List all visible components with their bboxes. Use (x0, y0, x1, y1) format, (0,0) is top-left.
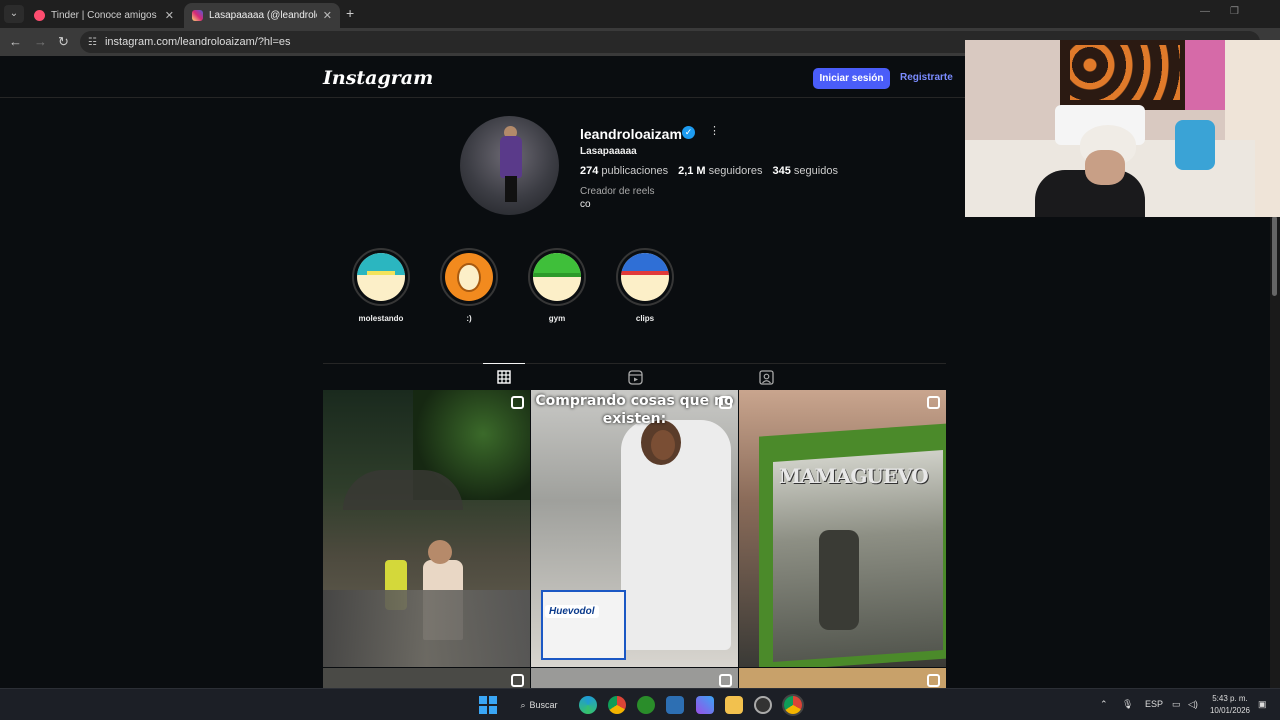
highlight-label: molestando (358, 314, 404, 323)
taskbar-search[interactable]: ⌕ Buscar (508, 694, 570, 716)
post-tile[interactable] (739, 668, 946, 688)
notifications-icon[interactable]: ▣ (1258, 699, 1267, 710)
profile-avatar[interactable] (460, 116, 559, 215)
volume-icon[interactable]: ◁) (1188, 699, 1198, 710)
close-tab-icon[interactable]: ✕ (165, 9, 174, 22)
scrollbar-thumb[interactable] (1272, 216, 1277, 296)
file-explorer-icon[interactable] (725, 696, 743, 714)
followers-stat[interactable]: 2,1 M seguidores (678, 165, 762, 177)
highlight-ring (440, 248, 498, 306)
highlight-cover (533, 253, 581, 301)
highlight-label: clips (635, 314, 655, 323)
taskbar-clock[interactable]: 5:43 p. m. 10/01/2026 (1206, 693, 1254, 717)
language-indicator[interactable]: ESP (1145, 699, 1163, 709)
tab-title: Lasapaaaaa (@leandroloaizam) (209, 10, 317, 21)
url-input[interactable] (104, 36, 505, 48)
copilot-icon[interactable] (696, 696, 714, 714)
profile-bio: co (580, 199, 591, 210)
grid-icon (497, 370, 511, 384)
highlight-cover (621, 253, 669, 301)
post-tile[interactable]: Huevodol Comprando cosas que no existen: (531, 390, 738, 667)
game-title: MAMAGUEVO (779, 464, 929, 488)
windows-start-icon[interactable] (479, 696, 497, 714)
highlight-ring (616, 248, 674, 306)
photos-icon[interactable] (666, 696, 684, 714)
profile-username: leandroloaizam (580, 126, 682, 142)
following-stat[interactable]: 345 seguidos (772, 165, 837, 177)
tinder-favicon-icon (34, 10, 45, 21)
forward-icon[interactable]: → (34, 34, 47, 49)
profile-stats: 274 publicaciones 2,1 M seguidores 345 s… (580, 165, 838, 177)
taskbar-search-label: Buscar (529, 700, 558, 710)
tab-search-chevron-icon[interactable]: ⌄ (4, 5, 24, 23)
minimize-icon[interactable]: — (1200, 6, 1210, 17)
profile-category: Creador de reels (580, 186, 655, 197)
highlight-cover (445, 253, 493, 301)
clock-time: 5:43 p. m. (1212, 694, 1248, 703)
edge-icon[interactable] (579, 696, 597, 714)
highlight-cover (357, 253, 405, 301)
post-tile[interactable] (323, 668, 530, 688)
highlight-label: :) (466, 314, 472, 323)
reel-indicator-icon (927, 674, 940, 687)
highlight-label: gym (548, 314, 566, 323)
microphone-icon[interactable]: 🎙 (1122, 699, 1133, 710)
post-tile[interactable] (323, 390, 530, 667)
instagram-favicon-icon (192, 10, 203, 21)
search-icon: ⌕ (520, 699, 526, 710)
reel-indicator-icon (511, 396, 524, 409)
profile-tabs (323, 363, 946, 390)
login-button[interactable]: Iniciar sesión (813, 68, 890, 89)
reel-indicator-icon (927, 396, 940, 409)
new-tab-button[interactable]: + (346, 5, 354, 21)
tab-instagram[interactable]: Lasapaaaaa (@leandroloaizam) ✕ (184, 3, 340, 28)
network-icon[interactable]: ▭ (1172, 699, 1181, 710)
avatar-figure-legs (505, 176, 517, 202)
reel-indicator-icon (511, 674, 524, 687)
highlight-smile[interactable]: :) (439, 248, 499, 323)
site-info-icon[interactable]: ☷ (88, 37, 97, 48)
reel-indicator-icon (719, 396, 732, 409)
highlight-ring (528, 248, 586, 306)
clock-date: 10/01/2026 (1209, 706, 1251, 715)
tab-title: Tinder | Conoce amigos y gente (51, 10, 159, 21)
chrome-active-icon[interactable] (784, 696, 802, 714)
verified-badge-icon: ✓ (682, 126, 695, 139)
maximize-icon[interactable]: ❐ (1230, 6, 1239, 17)
app-icon[interactable] (754, 696, 772, 714)
reel-indicator-icon (719, 674, 732, 687)
instagram-logo[interactable]: Instagram (323, 67, 433, 89)
highlight-gym[interactable]: gym (527, 248, 587, 323)
highlight-molestando[interactable]: molestando (351, 248, 411, 323)
tray-chevron-icon[interactable]: ⌃ (1100, 699, 1108, 710)
register-link[interactable]: Registrarte (900, 72, 953, 83)
avatar-figure-body (500, 136, 522, 178)
windows-taskbar: ⌕ Buscar ⌃ 🎙 ESP ▭ ◁) 5:43 p. m. 10/01/2… (0, 688, 1280, 720)
browser-tab-bar: ⌄ Tinder | Conoce amigos y gente ✕ Lasap… (0, 0, 1280, 28)
close-tab-icon[interactable]: ✕ (323, 9, 332, 22)
tab-reels[interactable] (614, 364, 656, 391)
posts-stat: 274 publicaciones (580, 165, 669, 177)
chrome-icon[interactable] (608, 696, 626, 714)
product-label: Huevodol (545, 605, 599, 618)
reels-icon (627, 370, 643, 385)
tab-tagged[interactable] (745, 364, 787, 391)
tagged-icon (758, 370, 774, 385)
highlight-clips[interactable]: clips (615, 248, 675, 323)
post-caption: Comprando cosas que no existen: (535, 393, 734, 427)
tab-posts-grid[interactable] (483, 363, 525, 390)
xbox-icon[interactable] (637, 696, 655, 714)
post-tile[interactable]: MAMAGUEVO (739, 390, 946, 667)
post-tile[interactable] (531, 668, 738, 688)
profile-full-name: Lasapaaaaa (580, 146, 637, 157)
webcam-overlay (965, 40, 1280, 217)
tab-tinder[interactable]: Tinder | Conoce amigos y gente ✕ (26, 3, 182, 28)
highlight-ring (352, 248, 410, 306)
back-icon[interactable]: ← (9, 34, 22, 49)
reload-icon[interactable]: ↻ (58, 34, 69, 50)
more-options-icon[interactable]: ⋮ (709, 124, 720, 137)
